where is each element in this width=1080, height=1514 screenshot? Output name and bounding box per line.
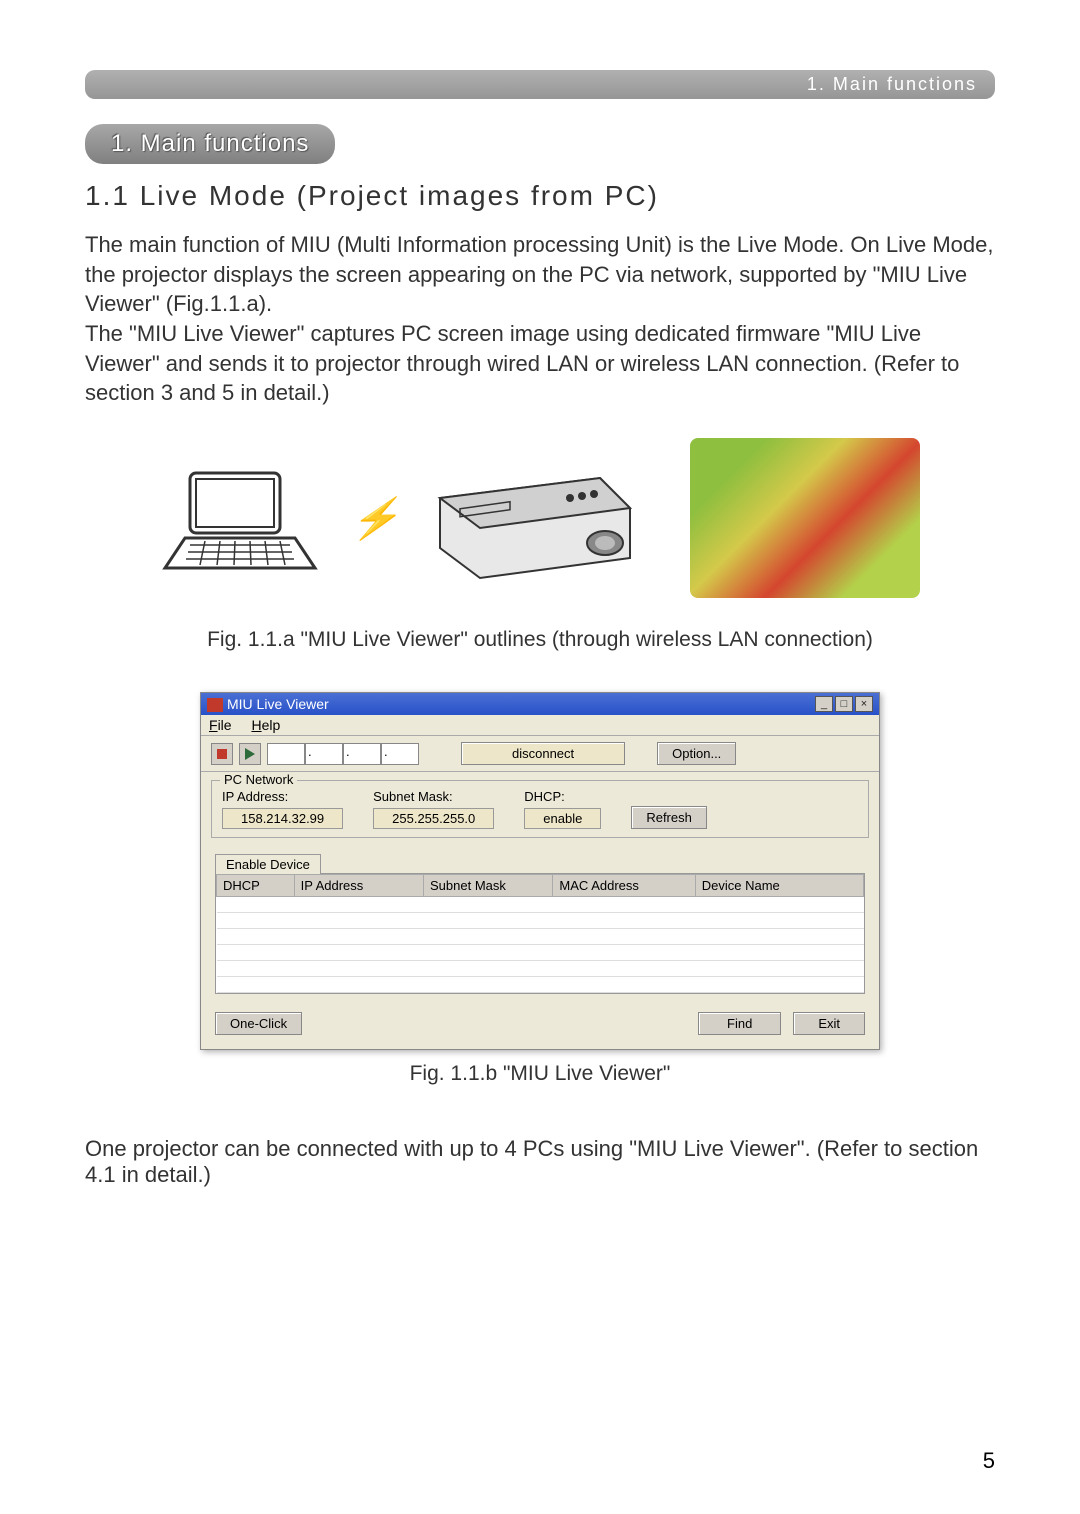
projector-icon [430,448,660,588]
maximize-button[interactable]: □ [835,696,853,712]
refresh-button[interactable]: Refresh [631,806,707,829]
dhcp-value: enable [524,808,601,829]
body-paragraph: The main function of MIU (Multi Informat… [85,230,995,408]
page-number: 5 [983,1448,995,1474]
toolbar: ... disconnect Option... [201,735,879,772]
table-row [217,913,864,929]
table-row [217,929,864,945]
menu-help[interactable]: Help [251,717,280,733]
app-icon [207,698,223,712]
titlebar: MIU Live Viewer _ □ × [201,693,879,715]
ip-label: IP Address: [222,789,343,804]
laptop-icon [160,463,320,573]
subsection-title: 1.1 Live Mode (Project images from PC) [85,180,995,212]
projection-image [690,438,920,598]
ip-value: 158.214.32.99 [222,808,343,829]
col-name[interactable]: Device Name [695,875,863,897]
figure-diagram: ⚡ [85,438,995,598]
oneclick-button[interactable]: One-Click [215,1012,302,1035]
app-window: MIU Live Viewer _ □ × File Help ... disc… [200,692,880,1050]
col-ip[interactable]: IP Address [294,875,423,897]
table-row [217,897,864,913]
device-table: DHCP IP Address Subnet Mask MAC Address … [215,873,865,994]
figure-caption-a: Fig. 1.1.a "MIU Live Viewer" outlines (t… [85,628,995,652]
tab-enable-device[interactable]: Enable Device [215,854,321,874]
play-button[interactable] [239,743,261,765]
find-button[interactable]: Find [698,1012,781,1035]
menu-file[interactable]: File [209,717,232,733]
ip-input-group[interactable]: ... [267,743,419,765]
lightning-icon: ⚡ [350,495,400,542]
col-subnet[interactable]: Subnet Mask [424,875,553,897]
pc-network-fieldset: PC Network IP Address: 158.214.32.99 Sub… [211,780,869,838]
subnet-label: Subnet Mask: [373,789,494,804]
header-breadcrumb: 1. Main functions [85,70,995,99]
table-row [217,977,864,993]
footer-paragraph: One projector can be connected with up t… [85,1136,995,1188]
minimize-button[interactable]: _ [815,696,833,712]
close-button[interactable]: × [855,696,873,712]
menubar: File Help [201,715,879,735]
window-title: MIU Live Viewer [227,696,329,712]
exit-button[interactable]: Exit [793,1012,865,1035]
stop-button[interactable] [211,743,233,765]
figure-caption-b: Fig. 1.1.b "MIU Live Viewer" [85,1062,995,1086]
section-pill: 1. Main functions [85,124,335,164]
subnet-value: 255.255.255.0 [373,808,494,829]
option-button[interactable]: Option... [657,742,736,765]
dhcp-label: DHCP: [524,789,601,804]
table-row [217,961,864,977]
col-dhcp[interactable]: DHCP [217,875,295,897]
fieldset-legend: PC Network [220,772,297,787]
col-mac[interactable]: MAC Address [553,875,695,897]
table-row [217,945,864,961]
disconnect-button[interactable]: disconnect [461,742,625,765]
